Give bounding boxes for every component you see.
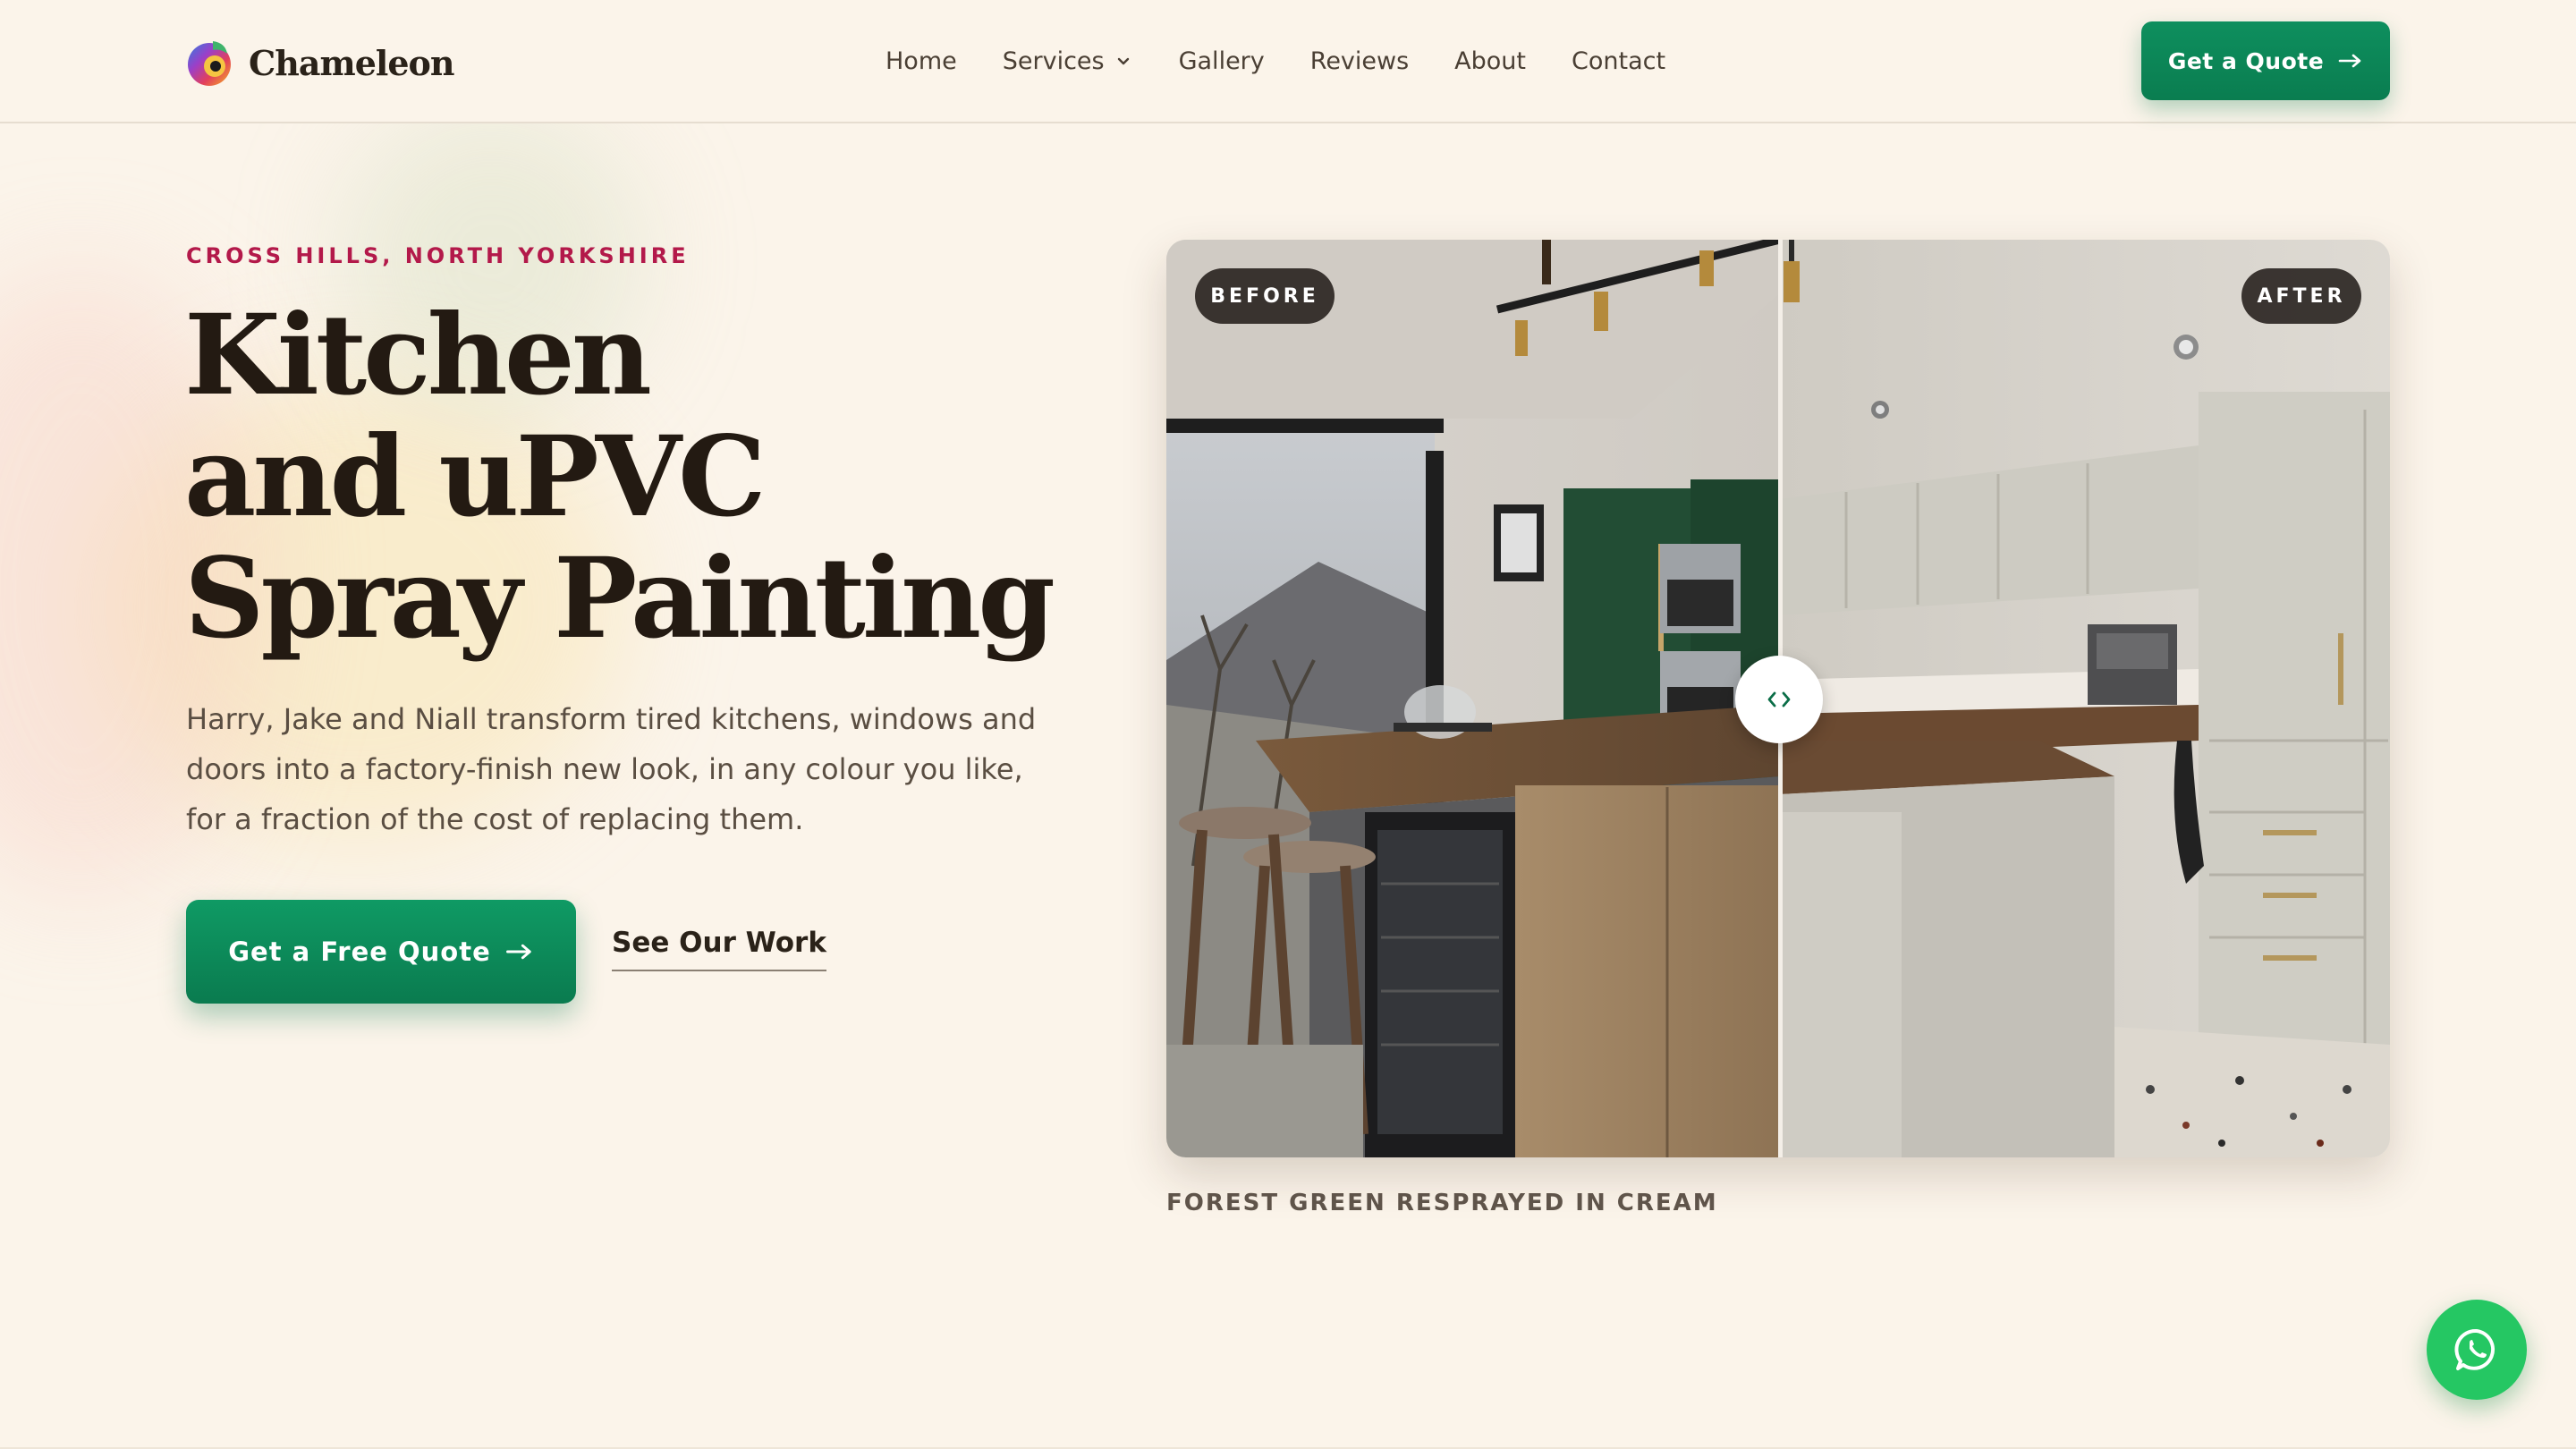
- nav-contact[interactable]: Contact: [1572, 47, 1665, 75]
- whatsapp-chat-button[interactable]: [2427, 1300, 2527, 1400]
- before-after-slider[interactable]: BEFORE AFTER: [1166, 240, 2390, 1157]
- brand-logo[interactable]: Chameleon: [186, 36, 454, 89]
- code-arrows-icon: [1767, 691, 1791, 708]
- see-our-work-link[interactable]: See Our Work: [612, 927, 826, 971]
- hero-description: Harry, Jake and Niall transform tired ki…: [186, 702, 1037, 836]
- chameleon-logo-icon: [188, 41, 231, 86]
- get-free-quote-label: Get a Free Quote: [228, 936, 491, 967]
- whatsapp-icon: [2454, 1328, 2496, 1370]
- nav-services[interactable]: Services: [1003, 47, 1133, 75]
- nav-reviews[interactable]: Reviews: [1310, 47, 1409, 75]
- get-quote-label: Get a Quote: [2167, 47, 2325, 74]
- nav-services-label: Services: [1002, 47, 1105, 75]
- before-badge: BEFORE: [1195, 268, 1335, 324]
- main-nav: Home Services Gallery Reviews About Cont…: [886, 43, 1665, 79]
- brand-name: Chameleon: [249, 42, 454, 83]
- headline-line-3: Spray Painting: [184, 534, 1055, 664]
- nav-gallery[interactable]: Gallery: [1179, 47, 1265, 75]
- page: Chameleon Home Services Gallery Reviews …: [0, 0, 2576, 1449]
- get-free-quote-button[interactable]: Get a Free Quote: [186, 900, 576, 1004]
- comparison-caption: FOREST GREEN RESPRAYED IN CREAM: [1166, 1190, 1718, 1216]
- chevron-down-icon: [1117, 57, 1129, 65]
- arrow-right-icon: [505, 944, 531, 960]
- headline-line-2: and uPVC: [184, 412, 767, 542]
- headline-line-1: Kitchen: [184, 291, 652, 420]
- site-header: Chameleon Home Services Gallery Reviews …: [0, 0, 2576, 123]
- nav-about[interactable]: About: [1454, 47, 1526, 75]
- arrow-right-icon: [2338, 54, 2361, 68]
- after-badge: AFTER: [2241, 268, 2361, 324]
- hero-headline: Kitchen and uPVC Spray Painting: [184, 295, 1079, 660]
- get-quote-button[interactable]: Get a Quote: [2141, 21, 2390, 100]
- nav-home[interactable]: Home: [886, 47, 957, 75]
- slider-handle[interactable]: [1735, 656, 1823, 743]
- location-eyebrow: CROSS HILLS, NORTH YORKSHIRE: [186, 243, 690, 268]
